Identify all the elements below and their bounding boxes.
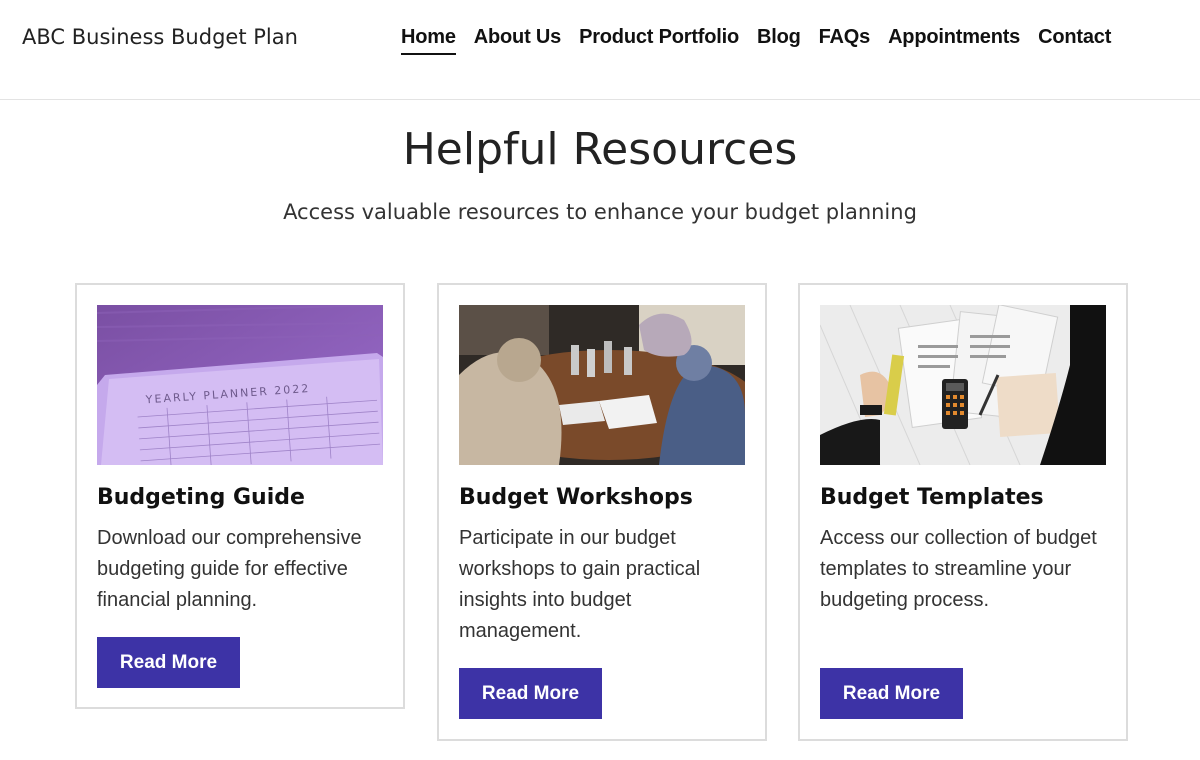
page-subtitle: Access valuable resources to enhance you… <box>283 200 917 224</box>
nav-faqs[interactable]: FAQs <box>819 26 871 55</box>
yearly-planner-image: YEARLY PLANNER 2022 <box>97 305 383 465</box>
nav-contact[interactable]: Contact <box>1038 26 1111 55</box>
card-description: Participate in our budget workshops to g… <box>459 527 701 642</box>
nav-about-us[interactable]: About Us <box>474 26 561 55</box>
card-description: Download our comprehensive budgeting gui… <box>97 527 362 611</box>
resource-card-budgeting-guide: YEARLY PLANNER 2022 Budgeting Guide Down… <box>75 283 405 709</box>
main-nav: Home About Us Product Portfolio Blog FAQ… <box>401 26 1111 55</box>
resource-card-budget-templates: Budget Templates Access our collection o… <box>798 283 1128 741</box>
nav-appointments[interactable]: Appointments <box>888 26 1020 55</box>
resource-card-budget-workshops: Budget Workshops Participate in our budg… <box>437 283 767 741</box>
workshop-photo <box>459 305 745 465</box>
nav-home[interactable]: Home <box>401 26 456 55</box>
read-more-button[interactable]: Read More <box>820 668 963 719</box>
templates-desk-photo <box>820 305 1106 465</box>
site-brand[interactable]: ABC Business Budget Plan <box>22 25 298 49</box>
site-header: ABC Business Budget Plan Home About Us P… <box>0 0 1200 100</box>
card-title: Budget Templates <box>820 485 1044 510</box>
templates-illustration <box>820 305 1106 465</box>
yearly-planner-illustration: YEARLY PLANNER 2022 <box>97 305 383 465</box>
page-title: Helpful Resources <box>402 124 798 175</box>
workshop-illustration <box>459 305 745 465</box>
card-title: Budget Workshops <box>459 485 693 510</box>
nav-blog[interactable]: Blog <box>757 26 801 55</box>
read-more-button[interactable]: Read More <box>459 668 602 719</box>
card-description: Access our collection of budget template… <box>820 527 1097 611</box>
nav-product-portfolio[interactable]: Product Portfolio <box>579 26 739 55</box>
read-more-button[interactable]: Read More <box>97 637 240 688</box>
card-title: Budgeting Guide <box>97 485 305 510</box>
